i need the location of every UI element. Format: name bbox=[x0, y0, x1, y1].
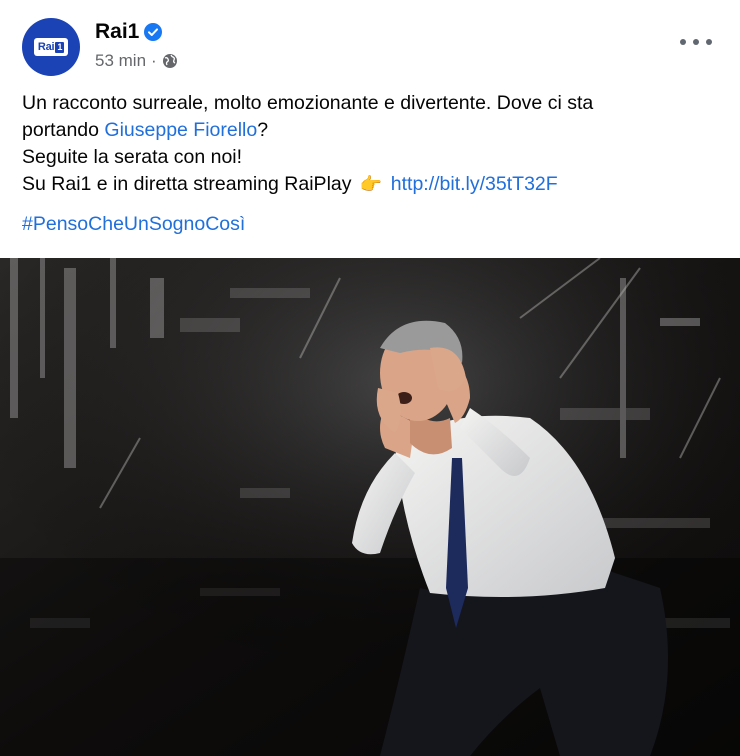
logo-text: Rai bbox=[37, 41, 55, 53]
post-line-3: Seguite la serata con noi! bbox=[22, 146, 243, 168]
post-line-2-prefix: portando bbox=[22, 119, 105, 141]
mention-link[interactable]: Giuseppe Fiorello bbox=[104, 119, 257, 141]
more-dot bbox=[693, 39, 699, 45]
verified-badge-icon bbox=[144, 23, 163, 41]
post-line-2-suffix: ? bbox=[257, 119, 269, 141]
post-meta: 53 min · bbox=[95, 51, 178, 71]
performer-photo bbox=[0, 258, 740, 756]
hashtag-link[interactable]: #PensoCheUnSognoCosì bbox=[22, 213, 245, 236]
facebook-post: Rai 1 Rai1 53 min · Un racconto surreale, bbox=[0, 0, 740, 756]
post-timestamp[interactable]: 53 min bbox=[95, 51, 146, 71]
more-dot bbox=[680, 39, 686, 45]
post-line-1: Un racconto surreale, molto emozionante … bbox=[22, 92, 594, 114]
post-line-4: Su Rai1 e in diretta streaming RaiPlay 👉… bbox=[22, 171, 722, 198]
post-line-4-prefix: Su Rai1 e in diretta streaming RaiPlay bbox=[22, 173, 352, 195]
url-link[interactable]: http://bit.ly/35tT32F bbox=[391, 173, 558, 195]
page-name[interactable]: Rai1 bbox=[95, 20, 139, 44]
globe-icon[interactable] bbox=[162, 53, 178, 69]
post-photo[interactable] bbox=[0, 258, 740, 756]
more-options-icon[interactable] bbox=[680, 32, 712, 52]
post-header: Rai 1 Rai1 53 min · bbox=[22, 18, 722, 78]
logo-number: 1 bbox=[55, 41, 65, 53]
pointing-hand-icon: 👉 bbox=[359, 174, 383, 194]
more-dot bbox=[706, 39, 712, 45]
name-row: Rai1 bbox=[95, 20, 163, 44]
page-avatar[interactable]: Rai 1 bbox=[22, 18, 80, 76]
rai1-logo: Rai 1 bbox=[34, 38, 68, 56]
post-line-2: portando Giuseppe Fiorello? bbox=[22, 117, 722, 144]
meta-separator: · bbox=[151, 51, 157, 70]
post-text: Un racconto surreale, molto emozionante … bbox=[22, 90, 722, 198]
